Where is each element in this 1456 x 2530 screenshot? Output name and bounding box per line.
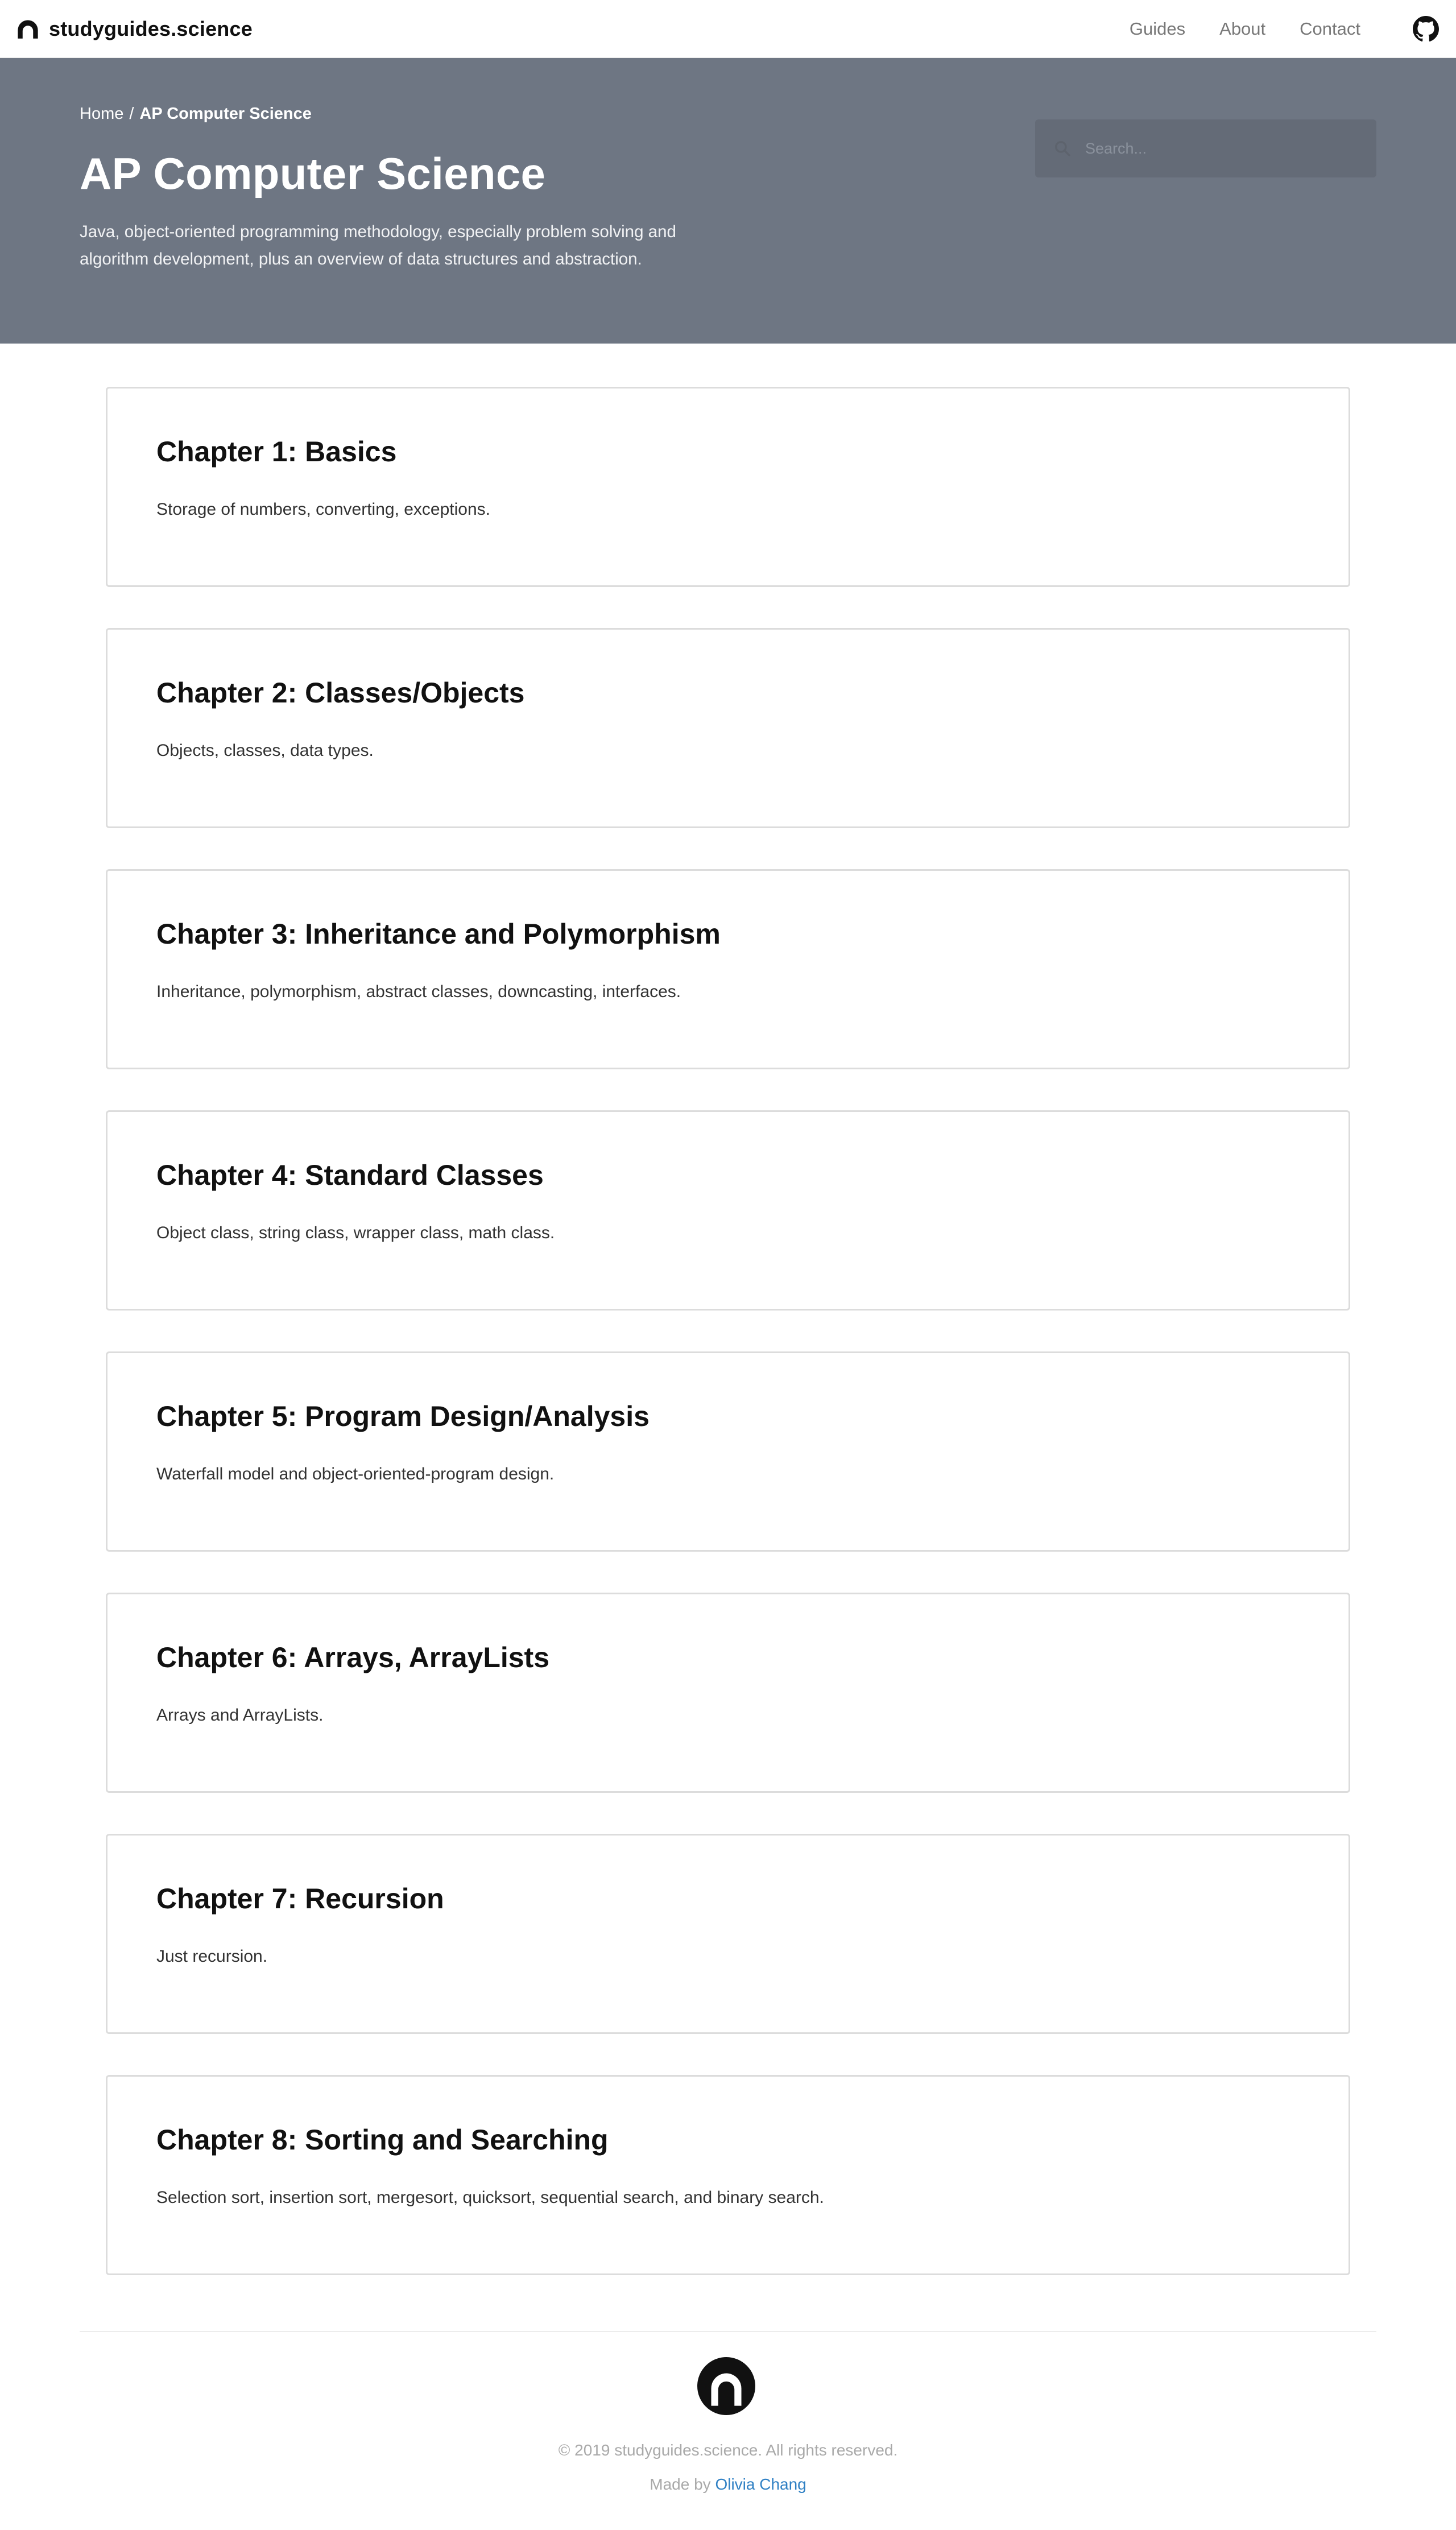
- studyguides-logo-icon: [697, 2357, 755, 2415]
- chapter-title: Chapter 1: Basics: [156, 436, 397, 468]
- chapter-list: Chapter 1: Basics Storage of numbers, co…: [106, 387, 1350, 2316]
- chapter-description: Arrays and ArrayLists.: [156, 1706, 324, 1725]
- chapter-card-8[interactable]: Chapter 8: Sorting and Searching Selecti…: [106, 2075, 1350, 2275]
- chapter-card-3[interactable]: Chapter 3: Inheritance and Polymorphism …: [106, 869, 1350, 1069]
- hero-banner: Home / AP Computer Science AP Computer S…: [0, 58, 1456, 344]
- page-title: AP Computer Science: [80, 148, 546, 199]
- chapter-card-6[interactable]: Chapter 6: Arrays, ArrayLists Arrays and…: [106, 1593, 1350, 1793]
- chapter-title: Chapter 5: Program Design/Analysis: [156, 1400, 650, 1432]
- search-box: [1035, 119, 1376, 177]
- chapter-description: Selection sort, insertion sort, mergesor…: [156, 2188, 824, 2207]
- chapter-title: Chapter 8: Sorting and Searching: [156, 2124, 609, 2156]
- top-navbar: studyguides.science Guides About Contact: [0, 0, 1456, 58]
- github-link[interactable]: [1413, 16, 1439, 42]
- breadcrumb-current: AP Computer Science: [139, 105, 312, 123]
- github-icon: [1413, 16, 1439, 42]
- chapter-description: Objects, classes, data types.: [156, 741, 374, 760]
- chapter-card-5[interactable]: Chapter 5: Program Design/Analysis Water…: [106, 1351, 1350, 1552]
- brand-link[interactable]: studyguides.science: [16, 16, 253, 42]
- chapter-title: Chapter 2: Classes/Objects: [156, 677, 525, 709]
- studyguides-logo-icon: [18, 20, 38, 39]
- footer-divider: [80, 2331, 1376, 2332]
- chapter-title: Chapter 3: Inheritance and Polymorphism: [156, 918, 721, 950]
- chapter-description: Just recursion.: [156, 1947, 268, 1966]
- breadcrumb-separator: /: [129, 105, 134, 123]
- made-by-prefix: Made by: [650, 2475, 711, 2493]
- brand-name: studyguides.science: [49, 17, 253, 40]
- page-description: Java, object-oriented programming method…: [80, 222, 676, 268]
- nav-link-about[interactable]: About: [1219, 17, 1265, 41]
- breadcrumb: Home / AP Computer Science: [80, 105, 312, 123]
- chapter-description: Storage of numbers, converting, exceptio…: [156, 500, 490, 519]
- chapter-description: Inheritance, polymorphism, abstract clas…: [156, 982, 681, 1001]
- breadcrumb-home[interactable]: Home: [80, 105, 123, 123]
- author-link[interactable]: Olivia Chang: [715, 2475, 806, 2493]
- chapter-card-2[interactable]: Chapter 2: Classes/Objects Objects, clas…: [106, 628, 1350, 828]
- footer-logo: [697, 2357, 755, 2415]
- nav-link-guides[interactable]: Guides: [1130, 17, 1185, 41]
- chapter-title: Chapter 6: Arrays, ArrayLists: [156, 1642, 550, 1673]
- chapter-title: Chapter 4: Standard Classes: [156, 1159, 544, 1191]
- search-icon: [1055, 140, 1070, 156]
- search-input[interactable]: [1085, 119, 1364, 177]
- chapter-card-4[interactable]: Chapter 4: Standard Classes Object class…: [106, 1110, 1350, 1311]
- chapter-title: Chapter 7: Recursion: [156, 1883, 444, 1915]
- nav-link-contact[interactable]: Contact: [1300, 17, 1360, 41]
- chapter-card-7[interactable]: Chapter 7: Recursion Just recursion.: [106, 1834, 1350, 2034]
- made-by-line: Made by Olivia Chang: [0, 2475, 1456, 2494]
- main-nav: Guides About Contact: [1130, 17, 1360, 41]
- chapter-description: Object class, string class, wrapper clas…: [156, 1223, 555, 1242]
- copyright-text: © 2019 studyguides.science. All rights r…: [558, 2441, 898, 2459]
- chapter-description: Waterfall model and object-oriented-prog…: [156, 1465, 555, 1483]
- chapter-card-1[interactable]: Chapter 1: Basics Storage of numbers, co…: [106, 387, 1350, 587]
